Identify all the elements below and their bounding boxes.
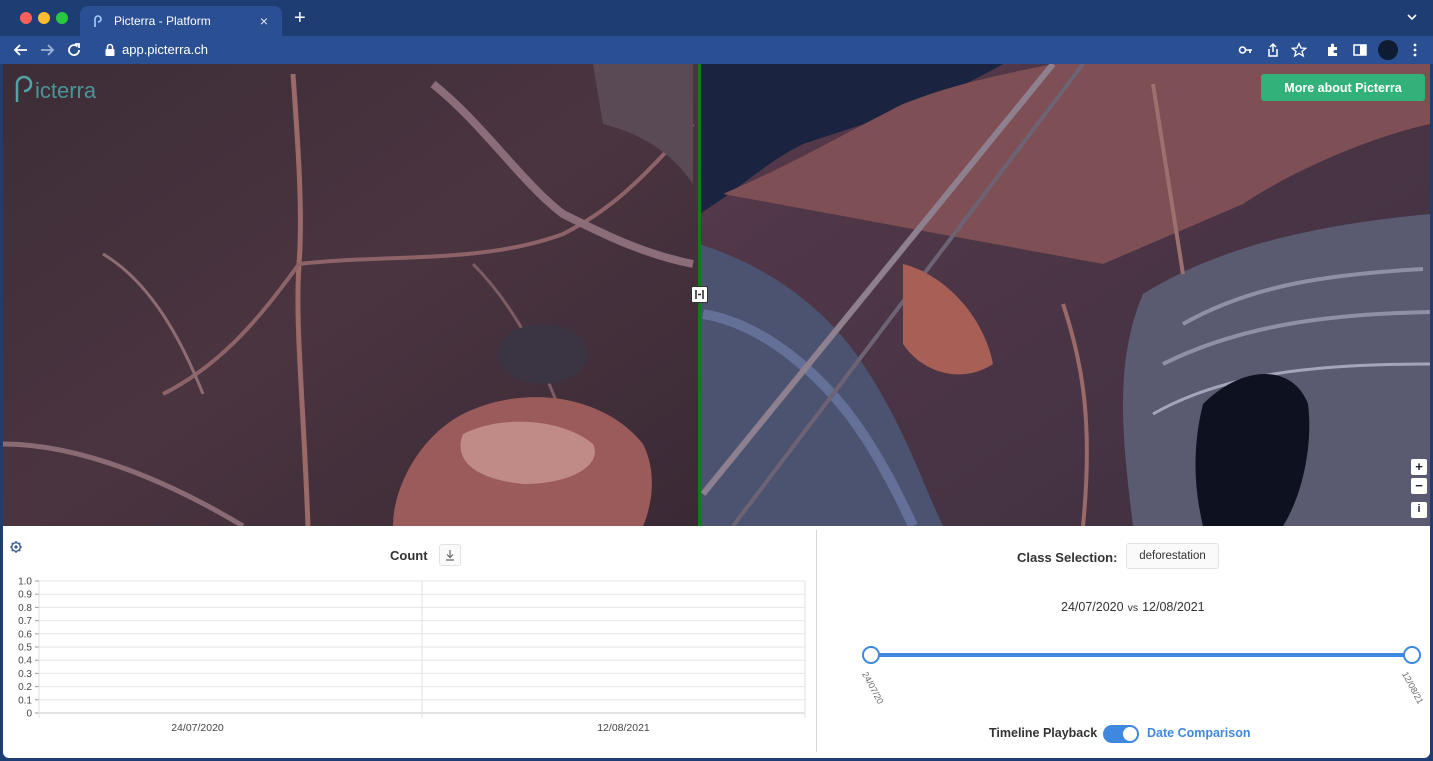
- back-icon[interactable]: [12, 41, 30, 59]
- new-tab-button[interactable]: +: [294, 8, 306, 28]
- count-chart-title: Count: [390, 548, 428, 563]
- info-button[interactable]: i: [1411, 502, 1427, 518]
- kebab-menu-icon[interactable]: [1407, 42, 1423, 58]
- slider-end-knob[interactable]: [1403, 646, 1421, 664]
- date-comparison-text: 24/07/2020 vs 12/08/2021: [1061, 600, 1205, 614]
- y-tick-label: 0.3: [18, 669, 32, 680]
- lock-icon: [105, 43, 115, 56]
- browser-toolbar: app.picterra.ch: [0, 36, 1433, 64]
- tab-title: Picterra - Platform: [114, 14, 211, 28]
- sidebar-icon[interactable]: [1352, 42, 1368, 58]
- tab-search-chevron-icon[interactable]: [1405, 10, 1419, 24]
- y-tick-label: 0.8: [18, 603, 32, 614]
- y-tick-label: 0.2: [18, 682, 32, 693]
- address-bar[interactable]: app.picterra.ch: [122, 42, 208, 57]
- slider-tick-end: 12/08/21: [1400, 670, 1426, 706]
- extensions-icon[interactable]: [1325, 42, 1341, 58]
- zoom-in-button[interactable]: +: [1411, 459, 1427, 475]
- split-drag-handle-icon[interactable]: [691, 286, 708, 303]
- svg-text:icterra: icterra: [35, 78, 97, 103]
- mode-toggle-switch[interactable]: [1103, 725, 1139, 743]
- gear-icon[interactable]: [9, 540, 23, 554]
- maximize-window-button[interactable]: [56, 12, 68, 24]
- satellite-imagery: [3, 64, 1430, 526]
- browser-tab[interactable]: Picterra - Platform ×: [80, 6, 282, 36]
- timeline-playback-label: Timeline Playback: [989, 726, 1098, 740]
- y-tick-label: 0.9: [18, 590, 32, 601]
- toggle-knob: [1123, 727, 1137, 741]
- picterra-logo: icterra: [15, 75, 97, 103]
- analysis-panel: Count 1.0 0.9 0.8 0.7 0.6 0.5 0.4 0.3 0.2 0.1 0 24/…: [3, 526, 1430, 758]
- compare-vs: vs: [1127, 602, 1139, 614]
- y-tick-label: 0.4: [18, 656, 32, 667]
- key-icon[interactable]: [1238, 42, 1254, 58]
- y-tick-label: 0: [26, 709, 32, 720]
- browser-tab-bar: Picterra - Platform × +: [0, 0, 1433, 36]
- forward-icon[interactable]: [38, 41, 56, 59]
- class-selection-dropdown[interactable]: deforestation: [1126, 543, 1219, 569]
- y-tick-label: 0.5: [18, 643, 32, 654]
- x-tick-label: 12/08/2021: [597, 722, 650, 734]
- more-about-picterra-button[interactable]: More about Picterra: [1261, 74, 1425, 101]
- download-icon: [446, 550, 454, 561]
- picterra-favicon-icon: [94, 15, 102, 27]
- profile-avatar[interactable]: [1378, 40, 1398, 60]
- x-tick-label: 24/07/2020: [171, 722, 224, 734]
- minimize-window-button[interactable]: [38, 12, 50, 24]
- download-button[interactable]: [439, 544, 461, 566]
- y-tick-label: 0.6: [18, 629, 32, 640]
- compare-date-b: 12/08/2021: [1142, 600, 1205, 614]
- count-chart: 1.0 0.9 0.8 0.7 0.6 0.5 0.4 0.3 0.2 0.1 0 24/07/202…: [18, 577, 806, 734]
- class-selection-label: Class Selection:: [1017, 550, 1118, 565]
- date-range-slider-track[interactable]: [871, 653, 1412, 657]
- satellite-map[interactable]: icterra More about Picterra + − i: [3, 64, 1430, 526]
- y-tick-label: 0.7: [18, 616, 32, 627]
- share-icon[interactable]: [1265, 42, 1281, 58]
- slider-start-knob[interactable]: [862, 646, 880, 664]
- y-tick-label: 1.0: [18, 577, 32, 588]
- close-window-button[interactable]: [20, 12, 32, 24]
- reload-icon[interactable]: [65, 41, 83, 59]
- tab-close-icon[interactable]: ×: [256, 13, 272, 29]
- y-tick-label: 0.1: [18, 695, 32, 706]
- date-comparison-label: Date Comparison: [1147, 726, 1251, 740]
- compare-date-a: 24/07/2020: [1061, 600, 1124, 614]
- slider-tick-start: 24/07/20: [860, 670, 886, 706]
- panel-divider: [816, 530, 817, 752]
- star-icon[interactable]: [1291, 42, 1307, 58]
- zoom-out-button[interactable]: −: [1411, 478, 1427, 494]
